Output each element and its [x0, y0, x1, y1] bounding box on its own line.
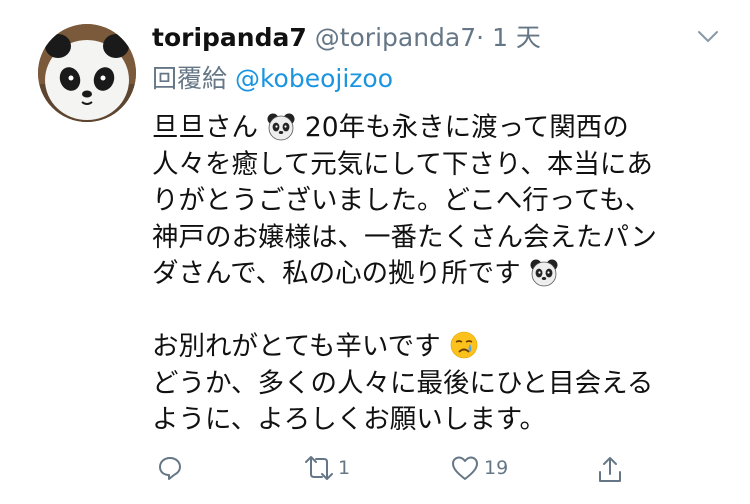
user-handle[interactable]: @toripanda7: [315, 23, 476, 52]
separator-dot: ·: [476, 23, 485, 52]
retweet-icon: [305, 456, 333, 480]
retweet-count: 1: [338, 457, 351, 479]
text-line: りがとうございました。どこへ行っても、: [152, 185, 652, 216]
reply-button[interactable]: [156, 454, 184, 482]
text-line: 神戸のお嬢様は、一番たくさん会えたパン: [152, 221, 657, 253]
share-button[interactable]: [596, 454, 624, 484]
reply-to-link[interactable]: @kobeojizoo: [235, 64, 393, 93]
panda-face-emoji-icon: [267, 113, 295, 141]
timestamp[interactable]: 1 天: [492, 23, 541, 52]
crying-face-emoji-icon: [450, 331, 478, 359]
tweet-actions: 1 19: [0, 454, 750, 488]
reply-icon: [159, 457, 181, 480]
avatar[interactable]: [38, 24, 136, 122]
panda-face-emoji-icon: [530, 259, 558, 287]
like-count: 19: [484, 457, 509, 479]
share-icon: [599, 457, 621, 482]
chevron-down-icon[interactable]: [696, 28, 720, 46]
like-button[interactable]: 19: [450, 454, 508, 482]
text-line: ように、よろしくお願いします。: [152, 404, 547, 435]
text-line: 人々を癒して元気にして下さり、本当にあ: [152, 148, 653, 180]
text-line: ダさんで、私の心の拠り所です: [152, 256, 742, 293]
text-line: 旦旦さん 20年も永きに渡って関西の: [152, 112, 629, 143]
retweet-button[interactable]: 1: [302, 454, 350, 482]
panda-plush-avatar-image: [38, 24, 136, 122]
reply-prefix: 回覆給: [152, 64, 228, 93]
text-line: どうか、多くの人々に最後にひと目会える: [152, 367, 654, 399]
text-line: お別れがとても辛いです: [152, 329, 742, 366]
display-name[interactable]: toripanda7: [152, 23, 307, 52]
heart-icon: [452, 456, 478, 480]
reply-context: 回覆給 @kobeojizoo: [152, 62, 393, 96]
tweet-header: toripanda7 @toripanda7· 1 天: [152, 22, 541, 54]
tweet-text: 旦旦さん 20年も永きに渡って関西の 人々を癒して元気にして下さり、本当にあ り…: [152, 110, 742, 439]
